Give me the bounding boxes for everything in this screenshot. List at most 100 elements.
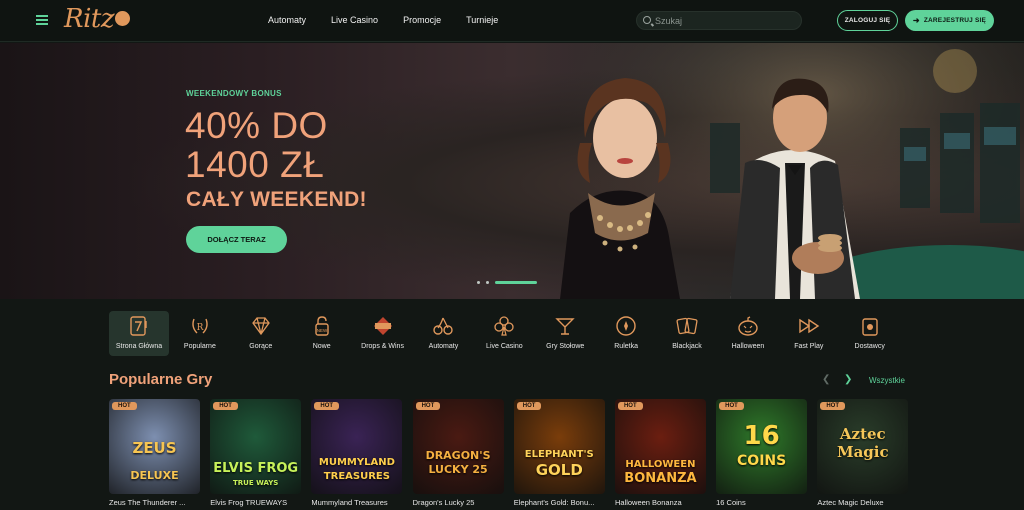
provider-icon — [859, 315, 881, 337]
game-logo-bottom: TRUE WAYS — [233, 479, 279, 487]
hot-badge: HOT — [314, 402, 340, 410]
game-title: Mummyland Treasures — [311, 498, 388, 507]
game-thumbnail: HOT DRAGON'S LUCKY 25 — [412, 399, 504, 494]
category-home[interactable]: Strona Główna — [109, 311, 169, 356]
category-fast-play[interactable]: Fast Play — [779, 311, 839, 356]
game-thumbnail: HOT MUMMYLAND TREASURES — [311, 399, 403, 494]
category-drops-wins[interactable]: Drops & Wins — [353, 311, 413, 356]
game-logo-top: Aztec — [839, 425, 886, 443]
category-roulette[interactable]: Ruletka — [596, 311, 656, 356]
category-label: Popularne — [183, 343, 216, 350]
login-button[interactable]: ZALOGUJ SIĘ — [837, 10, 898, 31]
category-label: Live Casino — [486, 343, 523, 350]
category-label: Strona Główna — [115, 343, 163, 350]
game-logo-bottom: BONANZA — [624, 471, 697, 486]
game-thumbnail: HOT ELEPHANT'S GOLD — [513, 399, 605, 494]
category-label: Dostawcy — [854, 343, 885, 350]
hero-headline-line1: 40% DO — [185, 105, 328, 146]
category-slots[interactable]: Automaty — [413, 311, 473, 356]
game-thumbnail: HOT ZEUS DELUXE — [109, 399, 200, 494]
game-title: Halloween Bonanza — [614, 498, 682, 507]
carousel-dots — [477, 281, 537, 284]
chevron-left-icon[interactable]: ❮ — [822, 374, 830, 385]
game-logo-top: 16 — [743, 421, 780, 451]
game-logo-top: HALLOWEEN — [625, 459, 696, 470]
game-card[interactable]: HOT HALLOWEEN BONANZA Halloween Bonanza — [614, 399, 706, 507]
game-card[interactable]: HOT ZEUS DELUXE Zeus The Thunderer ... — [109, 399, 200, 507]
game-thumbnail: HOT ELVIS FROG TRUE WAYS — [210, 399, 302, 494]
chevron-right-icon[interactable]: ❯ — [844, 374, 852, 385]
svg-text:NEW: NEW — [316, 328, 327, 333]
category-blackjack[interactable]: Blackjack — [657, 311, 717, 356]
category-halloween[interactable]: Halloween — [718, 311, 778, 356]
game-logo-bottom: DELUXE — [130, 469, 179, 482]
hero-banner[interactable]: WEEKENDOWY BONUS 40% DO 1400 ZŁ CAŁY WEE… — [0, 43, 1024, 299]
pumpkin-icon — [737, 315, 759, 337]
slot-seven-icon — [128, 315, 150, 337]
hero-headline-line2: 1400 ZŁ — [185, 144, 325, 185]
menu-icon[interactable] — [36, 15, 48, 25]
search-input[interactable] — [655, 14, 795, 28]
search-icon — [643, 16, 651, 24]
laurel-icon: R — [189, 315, 211, 337]
game-card[interactable]: HOT DRAGON'S LUCKY 25 Dragon's Lucky 25 — [412, 399, 504, 507]
brand-logo[interactable]: Ritz — [64, 4, 131, 34]
game-title: Aztec Magic Deluxe — [817, 498, 884, 507]
game-logo-bottom: LUCKY 25 — [428, 463, 488, 476]
svg-text:R: R — [197, 323, 204, 333]
lock-new-icon: NEW — [311, 315, 333, 337]
game-card[interactable]: HOT 16 COINS 16 Coins — [716, 399, 808, 507]
drops-wins-icon — [372, 315, 394, 337]
game-logo-top: ELEPHANT'S — [524, 449, 594, 460]
join-now-button[interactable]: DOŁĄCZ TERAZ — [186, 226, 287, 253]
hero-illustration — [560, 43, 1024, 299]
register-label: ZAREJESTRUJ SIĘ — [923, 17, 987, 24]
popular-games-title: Popularne Gry — [109, 371, 213, 388]
category-new[interactable]: NEW Nowe — [292, 311, 352, 356]
category-popular[interactable]: R Popularne — [170, 311, 230, 356]
carousel-dot-active[interactable] — [495, 281, 537, 284]
game-title: Elephant's Gold: Bonu... — [513, 498, 595, 507]
club-icon — [493, 315, 515, 337]
fast-forward-icon — [798, 315, 820, 337]
category-label: Blackjack — [672, 343, 702, 350]
game-thumbnail: HOT HALLOWEEN BONANZA — [614, 399, 706, 494]
hero-headline-line3: CAŁY WEEKEND! — [186, 188, 367, 211]
category-label: Nowe — [312, 343, 331, 350]
game-title: Dragon's Lucky 25 — [412, 498, 475, 507]
carousel-dot[interactable] — [486, 281, 489, 284]
category-providers[interactable]: Dostawcy — [840, 311, 900, 356]
game-thumbnail: HOT 16 COINS — [716, 399, 808, 494]
games-row: HOT ZEUS DELUXE Zeus The Thunderer ... HOT E… — [109, 399, 919, 507]
register-button[interactable]: ➜ ZAREJESTRUJ SIĘ — [905, 10, 994, 31]
search-box — [636, 11, 802, 30]
carousel-dot[interactable] — [477, 281, 480, 284]
game-thumbnail: HOT Aztec Magic — [817, 399, 909, 494]
see-all-link[interactable]: Wszystkie — [869, 376, 905, 385]
roulette-icon — [615, 315, 637, 337]
category-hot[interactable]: Gorące — [231, 311, 291, 356]
hot-badge: HOT — [617, 402, 643, 410]
nav-live-casino[interactable]: Live Casino — [331, 15, 378, 25]
category-label: Ruletka — [614, 343, 638, 350]
hot-badge: HOT — [415, 402, 441, 410]
nav-promocje[interactable]: Promocje — [403, 15, 441, 25]
category-label: Gorące — [249, 343, 273, 350]
game-logo-bottom: GOLD — [535, 461, 583, 479]
game-title: Zeus The Thunderer ... — [109, 498, 186, 507]
category-label: Drops & Wins — [361, 343, 404, 350]
category-live-casino[interactable]: Live Casino — [474, 311, 534, 356]
nav-automaty[interactable]: Automaty — [268, 15, 306, 25]
category-label: Automaty — [428, 343, 459, 350]
nav-turnieje[interactable]: Turnieje — [466, 15, 498, 25]
game-card[interactable]: HOT ELEPHANT'S GOLD Elephant's Gold: Bonu..… — [513, 399, 605, 507]
main-nav: Automaty Live Casino Promocje Turnieje — [268, 15, 498, 25]
category-table-games[interactable]: Gry Stołowe — [535, 311, 595, 356]
hot-badge: HOT — [516, 402, 542, 410]
game-card[interactable]: HOT Aztec Magic Aztec Magic Deluxe — [817, 399, 909, 507]
game-card[interactable]: HOT MUMMYLAND TREASURES Mummyland Treasures — [311, 399, 403, 507]
category-label: Halloween — [731, 343, 765, 350]
game-title: Elvis Frog TRUEWAYS — [210, 498, 288, 507]
category-label: Gry Stołowe — [546, 343, 585, 350]
game-card[interactable]: HOT ELVIS FROG TRUE WAYS Elvis Frog TRUEWAY… — [210, 399, 302, 507]
